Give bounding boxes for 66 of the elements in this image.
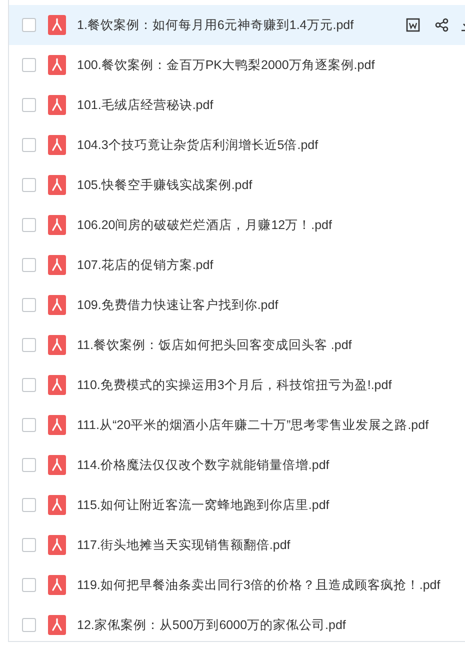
document-icon[interactable] — [406, 18, 420, 32]
pdf-file-icon — [48, 175, 66, 195]
pdf-file-icon — [48, 535, 66, 555]
checkbox[interactable] — [22, 338, 36, 352]
pdf-file-icon — [48, 415, 66, 435]
pdf-file-icon — [48, 295, 66, 315]
file-name[interactable]: 117.街头地摊当天实现销售额翻倍.pdf — [77, 536, 290, 554]
checkbox[interactable] — [22, 458, 36, 472]
checkbox[interactable] — [22, 58, 36, 72]
file-row[interactable]: 109.免费借力快速让客户找到你.pdf — [9, 285, 465, 325]
checkbox[interactable] — [22, 298, 36, 312]
file-row[interactable]: 110.免费模式的实操运用3个月后，科技馆扭亏为盈!.pdf — [9, 365, 465, 405]
pdf-file-icon — [48, 335, 66, 355]
file-row[interactable]: 104.3个技巧竟让杂货店利润增长近5倍.pdf — [9, 125, 465, 165]
pdf-file-icon — [48, 255, 66, 275]
file-name[interactable]: 111.从“20平米的烟酒小店年赚二十万”思考零售业发展之路.pdf — [77, 416, 429, 434]
checkbox[interactable] — [22, 258, 36, 272]
file-name[interactable]: 109.免费借力快速让客户找到你.pdf — [77, 296, 278, 314]
checkbox[interactable] — [22, 498, 36, 512]
file-row[interactable]: 117.街头地摊当天实现销售额翻倍.pdf — [9, 525, 465, 565]
file-row[interactable]: 114.价格魔法仅仅改个数字就能销量倍增.pdf — [9, 445, 465, 485]
file-name[interactable]: 101.毛绒店经营秘诀.pdf — [77, 96, 214, 114]
checkbox[interactable] — [22, 218, 36, 232]
checkbox[interactable] — [22, 578, 36, 592]
pdf-file-icon — [48, 215, 66, 235]
pdf-file-icon — [48, 375, 66, 395]
pdf-file-icon — [48, 135, 66, 155]
file-name[interactable]: 12.家俬案例：从500万到6000万的家俬公司.pdf — [77, 616, 346, 634]
file-row[interactable]: 106.20间房的破破烂烂酒店，月赚12万！.pdf — [9, 205, 465, 245]
file-name[interactable]: 105.快餐空手赚钱实战案例.pdf — [77, 176, 252, 194]
pdf-file-icon — [48, 495, 66, 515]
file-name[interactable]: 11.餐饮案例：饭店如何把头回客变成回头客 .pdf — [77, 336, 352, 354]
file-name[interactable]: 110.免费模式的实操运用3个月后，科技馆扭亏为盈!.pdf — [77, 376, 392, 394]
file-row[interactable]: 119.如何把早餐油条卖出同行3倍的价格？且造成顾客疯抢！.pdf — [9, 565, 465, 605]
checkbox[interactable] — [22, 618, 36, 632]
file-name[interactable]: 115.如何让附近客流一窝蜂地跑到你店里.pdf — [77, 496, 330, 514]
pdf-file-icon — [48, 455, 66, 475]
checkbox[interactable] — [22, 138, 36, 152]
pdf-file-icon — [48, 55, 66, 75]
file-name[interactable]: 107.花店的促销方案.pdf — [77, 256, 214, 274]
file-name[interactable]: 114.价格魔法仅仅改个数字就能销量倍增.pdf — [77, 456, 330, 474]
file-name[interactable]: 1.餐饮案例：如何每月用6元神奇赚到1.4万元.pdf — [77, 16, 354, 34]
checkbox[interactable] — [22, 98, 36, 112]
checkbox[interactable] — [22, 18, 36, 32]
file-row[interactable]: 105.快餐空手赚钱实战案例.pdf — [9, 165, 465, 205]
file-name[interactable]: 106.20间房的破破烂烂酒店，月赚12万！.pdf — [77, 216, 332, 234]
pdf-file-icon — [48, 95, 66, 115]
checkbox[interactable] — [22, 378, 36, 392]
file-name[interactable]: 100.餐饮案例：金百万PK大鸭梨2000万角逐案例.pdf — [77, 56, 375, 74]
file-row[interactable]: 1.餐饮案例：如何每月用6元神奇赚到1.4万元.pdf — [9, 5, 465, 45]
file-row[interactable]: 111.从“20平米的烟酒小店年赚二十万”思考零售业发展之路.pdf — [9, 405, 465, 445]
file-row[interactable]: 12.家俬案例：从500万到6000万的家俬公司.pdf — [9, 605, 465, 641]
file-row[interactable]: 107.花店的促销方案.pdf — [9, 245, 465, 285]
file-name[interactable]: 119.如何把早餐油条卖出同行3倍的价格？且造成顾客疯抢！.pdf — [77, 576, 440, 594]
pdf-file-icon — [48, 15, 66, 35]
checkbox[interactable] — [22, 538, 36, 552]
checkbox[interactable] — [22, 418, 36, 432]
file-row[interactable]: 100.餐饮案例：金百万PK大鸭梨2000万角逐案例.pdf — [9, 45, 465, 85]
pdf-file-icon — [48, 615, 66, 635]
pdf-file-icon — [48, 575, 66, 595]
file-row[interactable]: 11.餐饮案例：饭店如何把头回客变成回头客 .pdf — [9, 325, 465, 365]
checkbox[interactable] — [22, 178, 36, 192]
file-name[interactable]: 104.3个技巧竟让杂货店利润增长近5倍.pdf — [77, 136, 318, 154]
file-row[interactable]: 101.毛绒店经营秘诀.pdf — [9, 85, 465, 125]
file-row[interactable]: 115.如何让附近客流一窝蜂地跑到你店里.pdf — [9, 485, 465, 525]
share-icon[interactable] — [435, 18, 449, 32]
